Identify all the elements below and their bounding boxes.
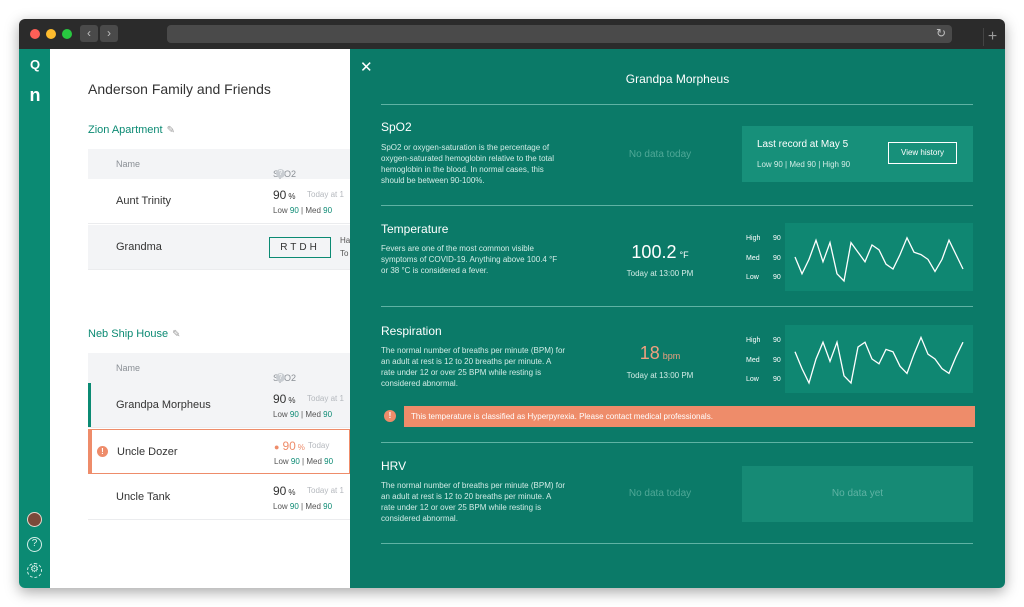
panel-title: Grandpa Morpheus [625, 72, 730, 86]
spo2-value: 90% [273, 392, 296, 406]
nav-icon[interactable]: n [27, 85, 43, 106]
spo2-last-record-card: Last record at May 5 Low 90 | Med 90 | H… [742, 126, 973, 182]
edit-icon[interactable]: ✎ [172, 329, 180, 340]
reload-icon[interactable]: ↻ [936, 26, 946, 40]
help-icon[interactable]: ? [27, 537, 42, 552]
minimize-window-button[interactable] [46, 29, 56, 39]
warning-icon: ! [384, 410, 396, 422]
spo2-value: 90% [273, 484, 296, 498]
temperature-title: Temperature [381, 222, 449, 236]
record-time: Today at 1 [307, 486, 344, 495]
temperature-sparkline [785, 223, 973, 291]
table-row[interactable]: Uncle Tank 90% Today at 1 Low 90 | Med 9… [88, 475, 350, 520]
browser-window: ‹ › ↻ + Q n ? ⚙ Anderson Family and Frie… [19, 19, 1005, 588]
respiration-value: 18 bpm [639, 343, 681, 363]
group-title: Anderson Family and Friends [88, 81, 271, 97]
hrv-card-nodata: No data yet [831, 488, 884, 499]
forward-icon[interactable]: › [100, 25, 118, 42]
table-header: Name SpO2? [88, 149, 350, 179]
app-rail: Q n ? ⚙ [19, 49, 50, 588]
last-record: Last record at May 5 [757, 139, 849, 150]
new-tab-icon[interactable]: + [983, 28, 1001, 46]
temperature-legend: High 90 Med 90 Low 90 [746, 235, 781, 281]
respiration-time: Today at 13:00 PM [626, 371, 694, 380]
back-icon[interactable]: ‹ [80, 25, 98, 42]
spo2-title: SpO2 [381, 120, 412, 134]
temperature-time: Today at 13:00 PM [626, 269, 694, 278]
range-text: Low 90 | Med 90 [274, 457, 334, 466]
location-name: Neb Ship House [88, 328, 169, 340]
respiration-title: Respiration [381, 324, 442, 338]
alert-banner: ! This temperature is classified as Hype… [381, 406, 975, 427]
member-name: Uncle Tank [116, 491, 171, 503]
title-bar: ‹ › ↻ + [19, 19, 1005, 49]
table-row[interactable]: Grandma RTDH Ha To [88, 225, 350, 270]
app-logo[interactable]: Q [27, 57, 43, 72]
spo2-value: 90% [273, 188, 296, 202]
sparkline-path [794, 335, 964, 385]
temperature-desc: Fevers are one of the most common visibl… [381, 244, 558, 275]
respiration-desc: The normal number of breaths per minute … [381, 346, 566, 388]
view-history-button[interactable]: View history [888, 142, 957, 164]
hrv-desc: The normal number of breaths per minute … [381, 481, 566, 523]
location-neb[interactable]: Neb Ship House ✎ [88, 328, 181, 340]
help-icon[interactable]: ? [276, 373, 285, 382]
avatar[interactable] [27, 512, 42, 527]
hrv-nodata: No data today [628, 488, 692, 499]
close-window-button[interactable] [30, 29, 40, 39]
divider [381, 306, 973, 307]
table-row-warning[interactable]: ! Uncle Dozer ● 90% Today Low 90 | Med 90 [88, 429, 350, 474]
last-summary: Low 90 | Med 90 | High 90 [757, 160, 851, 169]
spo2-nodata: No data today [628, 149, 692, 160]
temperature-value: 100.2 °F [631, 242, 689, 262]
col-name: Name [116, 159, 141, 169]
sparkline-path [794, 236, 964, 283]
pair-code: RTDH [269, 237, 331, 258]
location-name: Zion Apartment [88, 124, 163, 136]
member-list: Anderson Family and Friends Zion Apartme… [50, 49, 350, 588]
divider [381, 442, 973, 443]
table-row[interactable]: Aunt Trinity 90% Today at 1 Low 90 | Med… [88, 179, 350, 224]
record-time: Today [308, 441, 330, 450]
divider [381, 205, 973, 206]
hrv-title: HRV [381, 459, 407, 473]
status-text: Ha [340, 236, 351, 245]
record-time: Today at 1 [307, 394, 344, 403]
spo2-desc: SpO2 or oxygen-saturation is the percent… [381, 143, 554, 185]
member-name: Aunt Trinity [116, 195, 172, 207]
table-header: Name SpO2? [88, 353, 350, 383]
maximize-window-button[interactable] [62, 29, 72, 39]
range-text: Low 90 | Med 90 [273, 502, 333, 511]
detail-panel: ✕ Grandpa Morpheus SpO2 SpO2 or oxygen-s… [350, 49, 1005, 588]
address-bar[interactable]: ↻ [167, 25, 952, 43]
divider [381, 543, 973, 544]
hrv-card: No data yet [742, 466, 973, 522]
table-row-selected[interactable]: Grandpa Morpheus 90% Today at 1 Low 90 |… [88, 383, 350, 428]
record-time: Today at 1 [307, 190, 344, 199]
status-text: To [340, 249, 349, 258]
help-icon[interactable]: ? [276, 169, 285, 178]
warning-icon: ! [97, 446, 108, 457]
divider [381, 104, 973, 105]
alert-text: This temperature is classified as Hyperp… [404, 406, 975, 427]
respiration-sparkline [785, 325, 973, 393]
range-text: Low 90 | Med 90 [273, 410, 333, 419]
col-name: Name [116, 363, 141, 373]
warning-icon: ● [274, 442, 280, 452]
member-name: Uncle Dozer [117, 446, 178, 458]
settings-icon[interactable]: ⚙ [27, 563, 42, 578]
member-name: Grandpa Morpheus [116, 399, 211, 411]
range-text: Low 90 | Med 90 [273, 206, 333, 215]
location-zion[interactable]: Zion Apartment ✎ [88, 124, 175, 136]
respiration-legend: High 90 Med 90 Low 90 [746, 337, 781, 383]
spo2-value: ● 90% [274, 439, 305, 453]
edit-icon[interactable]: ✎ [167, 125, 175, 136]
member-name: Grandma [116, 241, 162, 253]
